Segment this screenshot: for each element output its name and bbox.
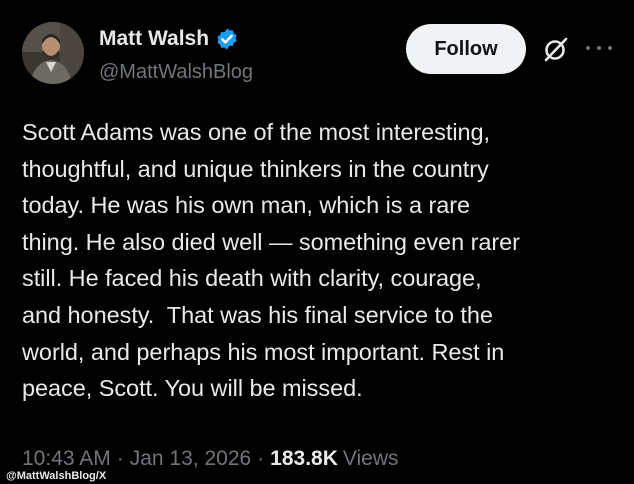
more-dot-icon: [586, 46, 590, 50]
tweet-time[interactable]: 10:43 AM: [22, 446, 111, 472]
meta-separator: ·: [116, 447, 124, 470]
tweet-text: Scott Adams was one of the most interest…: [22, 119, 520, 402]
views-label: Views: [342, 447, 399, 470]
more-dot-icon: [597, 46, 601, 50]
avatar[interactable]: [22, 22, 84, 84]
meta-separator: ·: [257, 447, 265, 470]
more-dot-icon: [608, 46, 612, 50]
tweet-date[interactable]: Jan 13, 2026: [130, 446, 251, 472]
more-options-icon[interactable]: [586, 38, 612, 58]
author-name-row: Matt Walsh: [99, 26, 239, 52]
author-display-name[interactable]: Matt Walsh: [99, 26, 209, 52]
avatar-image: [22, 22, 84, 84]
grok-icon[interactable]: [541, 35, 571, 65]
author-handle[interactable]: @MattWalshBlog: [99, 60, 253, 84]
tweet-card: Matt Walsh @MattWalshBlog Follow Scott A…: [0, 0, 634, 484]
verified-badge-icon[interactable]: [215, 27, 239, 51]
tweet-meta: 10:43 AM · Jan 13, 2026 · 183.8K Views: [22, 446, 399, 472]
image-credit: @MattWalshBlog/X: [6, 470, 107, 482]
follow-button[interactable]: Follow: [406, 24, 526, 74]
views-count: 183.8K: [270, 447, 338, 470]
